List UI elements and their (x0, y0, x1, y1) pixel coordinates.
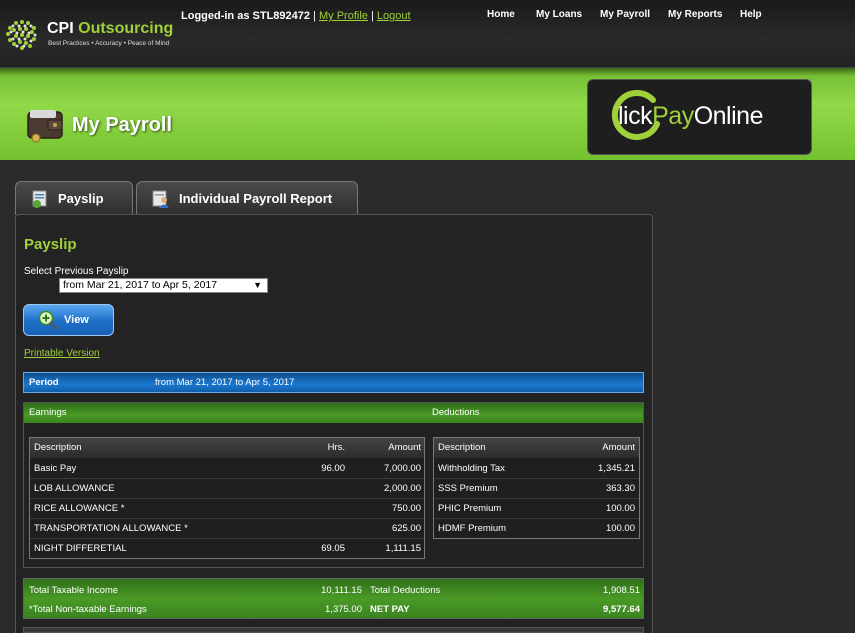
page-title: My Payroll (72, 114, 173, 136)
earnings-rows: Basic Pay 96.00 7,000.00 LOB ALLOWANCE 2… (30, 459, 424, 559)
earning-amount: 2,000.00 (384, 483, 421, 494)
clickpay-word-2: Pay (652, 102, 694, 130)
nav-my-loans[interactable]: My Loans (536, 9, 582, 20)
net-pay-label: NET PAY (370, 604, 410, 615)
earnings-heading: Earnings (29, 407, 67, 418)
brand-name-main: CPI (47, 20, 74, 37)
nav-home[interactable]: Home (487, 9, 515, 20)
deductions-heading: Deductions (432, 407, 480, 418)
period-bar: Period from Mar 21, 2017 to Apr 5, 2017 (23, 372, 644, 393)
brand-tagline: Best Practices • Accuracy • Peace of Min… (48, 40, 170, 47)
deduction-description: SSS Premium (438, 483, 498, 494)
deduction-description: PHIC Premium (438, 503, 502, 514)
clickpay-online-logo: lickPayOnline (587, 79, 812, 155)
select-previous-payslip-label: Select Previous Payslip (24, 266, 129, 277)
earning-description: RICE ALLOWANCE * (34, 503, 125, 514)
nav-my-payroll[interactable]: My Payroll (600, 9, 650, 20)
table-row: NIGHT DIFFERETIAL 69.05 1,111.15 (30, 539, 424, 559)
payslip-period-select[interactable]: from Mar 21, 2017 to Apr 5, 2017 ▼ (59, 278, 268, 293)
earning-amount: 7,000.00 (384, 463, 421, 474)
deductions-table: Description Amount Withholding Tax 1,345… (433, 437, 640, 539)
view-button-label: View (64, 314, 89, 326)
banner-shadow (0, 68, 855, 76)
clickpay-word-3: Online (693, 102, 764, 130)
col-description: Description (438, 442, 486, 453)
cpi-logo[interactable]: CPI Outsourcing Best Practices • Accurac… (2, 12, 182, 56)
report-user-icon (152, 190, 169, 208)
payslip-document-icon (32, 190, 47, 208)
net-pay-value: 9,577.64 (603, 604, 640, 615)
total-nontaxable-value: 1,375.00 (325, 604, 362, 615)
earning-description: Basic Pay (34, 463, 77, 474)
table-row: Withholding Tax 1,345.21 (434, 459, 639, 479)
table-row: HDMF Premium 100.00 (434, 519, 639, 539)
separator: | (370, 10, 374, 22)
deduction-amount: 100.00 (605, 523, 635, 534)
deduction-description: Withholding Tax (438, 463, 505, 474)
dropdown-arrow-icon: ▼ (253, 280, 262, 290)
period-label: Period (29, 377, 59, 388)
bottom-strip (23, 627, 644, 633)
col-hrs: Hrs. (327, 442, 345, 453)
login-prefix: Logged-in as (181, 10, 250, 22)
earning-description: LOB ALLOWANCE (34, 483, 115, 494)
tab-payslip[interactable]: Payslip (15, 181, 133, 215)
deduction-description: HDMF Premium (438, 523, 507, 534)
view-button[interactable]: View (23, 304, 114, 336)
payslip-heading: Payslip (24, 236, 77, 253)
earning-hrs: 96.00 (321, 463, 345, 474)
total-nontaxable-label: *Total Non-taxable Earnings (29, 604, 147, 615)
magnifier-plus-icon (38, 310, 58, 330)
login-info: Logged-in as STL892472 | My Profile | Lo… (181, 10, 411, 22)
selected-period-value: from Mar 21, 2017 to Apr 5, 2017 (63, 279, 218, 291)
deductions-table-header: Description Amount (434, 438, 639, 458)
earning-description: TRANSPORTATION ALLOWANCE * (34, 523, 188, 534)
brand-name-accent: Outsourcing (78, 20, 174, 37)
total-taxable-value: 10,111.15 (321, 585, 362, 596)
period-value: from Mar 21, 2017 to Apr 5, 2017 (155, 377, 295, 388)
wallet-icon (27, 110, 63, 143)
earning-hrs: 69.05 (321, 543, 345, 554)
username: STL892472 (252, 10, 310, 22)
earning-amount: 750.00 (391, 503, 421, 514)
clickpay-word-1: lick (618, 102, 653, 130)
total-taxable-label: Total Taxable Income (29, 585, 119, 596)
clickpay-wordmark: lickPayOnline (618, 102, 763, 131)
deduction-amount: 100.00 (605, 503, 635, 514)
nav-help[interactable]: Help (740, 9, 762, 20)
top-header: CPI Outsourcing Best Practices • Accurac… (0, 0, 855, 68)
earnings-table: Description Hrs. Amount Basic Pay 96.00 … (29, 437, 425, 559)
table-row: RICE ALLOWANCE * 750.00 (30, 499, 424, 519)
total-deductions-label: Total Deductions (370, 585, 441, 596)
col-description: Description (34, 442, 82, 453)
table-row: TRANSPORTATION ALLOWANCE * 625.00 (30, 519, 424, 539)
deductions-rows: Withholding Tax 1,345.21 SSS Premium 363… (434, 459, 639, 539)
earning-amount: 1,111.15 (385, 543, 421, 554)
earning-amount: 625.00 (391, 523, 421, 534)
total-deductions-value: 1,908.51 (603, 585, 640, 596)
deduction-amount: 1,345.21 (598, 463, 635, 474)
tab-payslip-label: Payslip (58, 191, 104, 206)
totals-bar: Total Taxable Income 10,111.15 Total Ded… (23, 578, 644, 619)
separator: | (313, 10, 316, 22)
col-amount: Amount (602, 442, 635, 453)
earnings-table-header: Description Hrs. Amount (30, 438, 424, 458)
logout-link[interactable]: Logout (377, 10, 411, 22)
table-row: PHIC Premium 100.00 (434, 499, 639, 519)
tab-individual-payroll-report[interactable]: Individual Payroll Report (136, 181, 358, 215)
earnings-deductions-header: Earnings Deductions (24, 403, 643, 423)
deduction-amount: 363.30 (605, 483, 635, 494)
table-row: LOB ALLOWANCE 2,000.00 (30, 479, 424, 499)
earning-description: NIGHT DIFFERETIAL (34, 543, 127, 554)
table-row: SSS Premium 363.30 (434, 479, 639, 499)
brand-name: CPI Outsourcing (47, 20, 173, 38)
printable-version-link[interactable]: Printable Version (24, 348, 100, 359)
my-profile-link[interactable]: My Profile (319, 10, 368, 22)
globe-logo-icon (6, 20, 37, 50)
nav-my-reports[interactable]: My Reports (668, 9, 722, 20)
table-row: Basic Pay 96.00 7,000.00 (30, 459, 424, 479)
tab-individual-payroll-report-label: Individual Payroll Report (179, 191, 333, 206)
col-amount: Amount (388, 442, 421, 453)
